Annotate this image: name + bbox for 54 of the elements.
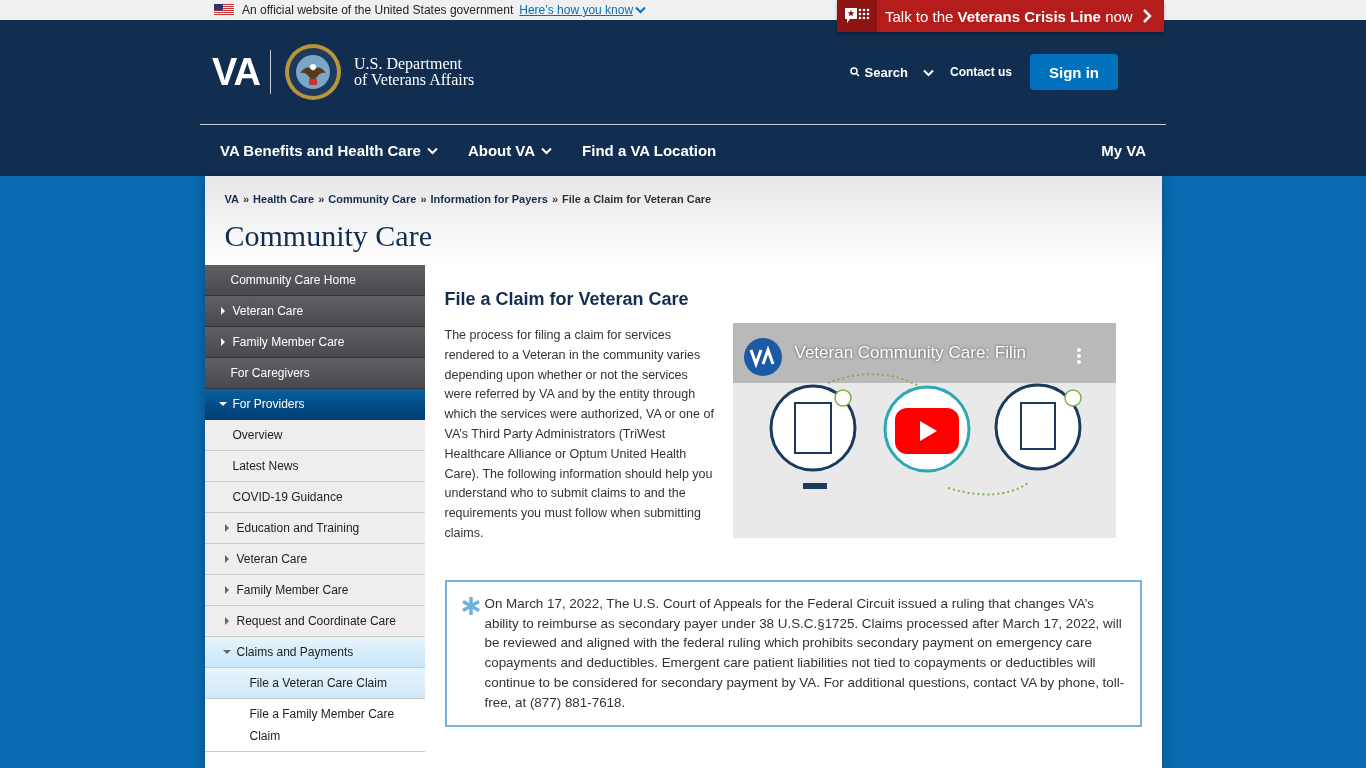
breadcrumb-separator: » [420,193,427,205]
breadcrumb-link[interactable]: Health Care [253,193,315,205]
section-heading: File a Claim for Veteran Care [444,289,690,310]
agency-name: U.S. Department [353,56,462,72]
search-icon [849,67,860,77]
page-title: Community Care [224,219,433,253]
my-va-link[interactable]: My VA [1101,142,1146,159]
asterisk-icon [460,595,481,616]
agency-name: of Veterans Affairs [353,72,475,88]
breadcrumb-link[interactable]: Information for Payers [430,193,548,205]
sidebar-item[interactable]: Request and Coordinate Care [204,606,425,637]
va-logo[interactable]: VA [212,50,271,94]
search-button[interactable]: Search [849,64,934,80]
breadcrumb-link[interactable]: VA [224,193,239,205]
chevron-down-icon [923,68,934,77]
video-title: Veteran Community Care: Filin [794,343,1026,363]
sidebar-item[interactable]: Claims and Payments [204,637,425,668]
sign-in-button[interactable]: Sign in [1030,54,1118,90]
nav-menu-item[interactable]: VA Benefits and Health Care [220,142,438,159]
contact-link[interactable]: Contact us [950,65,1012,79]
how-you-know-link[interactable]: Here’s how you know [519,3,647,17]
flag-icon [214,4,234,16]
sidebar-item[interactable]: Veteran Care [204,544,425,575]
seal-icon [283,43,342,101]
chevron-right-icon [1142,9,1152,23]
chat-icon [844,7,870,25]
gov-banner-text: An official website of the United States government [242,3,514,17]
breadcrumb-separator: » [242,193,250,205]
nav-menu-item[interactable]: Find a VA Location [582,142,717,159]
sidebar-item[interactable]: Latest News [204,451,425,482]
sidebar-item[interactable]: COVID-19 Guidance [204,482,425,513]
sidebar-item[interactable]: Community Care Home [204,265,425,296]
nav-menu-item[interactable]: About VA [467,142,553,159]
breadcrumb-link[interactable]: Community Care [328,193,417,205]
sidebar-item[interactable]: File a Veteran Care Claim [204,668,425,699]
notice-text: On March 17, 2022, The U.S. Court of Appeals for the Federal Circuit issued a ruling that changes VA’s ability to reimburse as secondary payer under 38 U.S.C.§1725. Claims processed after March 17, 2022, will be reviewed and aligned with the federal ruling which prohibits secondary payment on emergency care copayments and deductibles. Emergent care patient liabilities not tied to copayments or deductibles will continue to be considered for secondary payment by VA. For additional questions, contact VA by phone, toll-free, at (877) 881-7618. [484,594,1126,712]
sidebar-item[interactable]: Education and Training [204,513,425,544]
sidebar-item[interactable]: Veteran Care [204,296,425,327]
intro-paragraph: The process for filing a claim for services rendered to a Veteran in the community varies depending upon whether or not the services were referred by VA and by the entity through which the services were authorized, VA or one of VA’s Third Party Administrators (TriWest Healthcare Alliance or Optum United Health Care). The following information should help you understand who to submit claims to and the requirements you must follow when submitting claims. [444,327,715,542]
chevron-down-icon [426,146,438,155]
play-button-icon[interactable] [894,408,959,454]
sidebar-item[interactable]: Family Member Care [204,575,425,606]
sidebar-item[interactable]: For Providers [204,389,425,420]
crisis-line-button[interactable]: Talk to the Veterans Crisis Line now [837,0,1164,32]
sidebar-item[interactable]: File a Family Member Care Claim [204,699,425,752]
sidebar-item[interactable]: Family Member Care [204,327,425,358]
breadcrumb-current: File a Claim for Veteran Care [562,193,712,205]
channel-logo-icon [742,337,783,377]
chevron-down-icon [541,146,553,155]
sidebar-item[interactable]: For Caregivers [204,358,425,389]
breadcrumb-separator: » [318,193,325,205]
breadcrumb-separator: » [551,193,558,205]
chevron-down-icon [635,6,647,14]
sidebar-item[interactable]: Overview [204,420,425,451]
